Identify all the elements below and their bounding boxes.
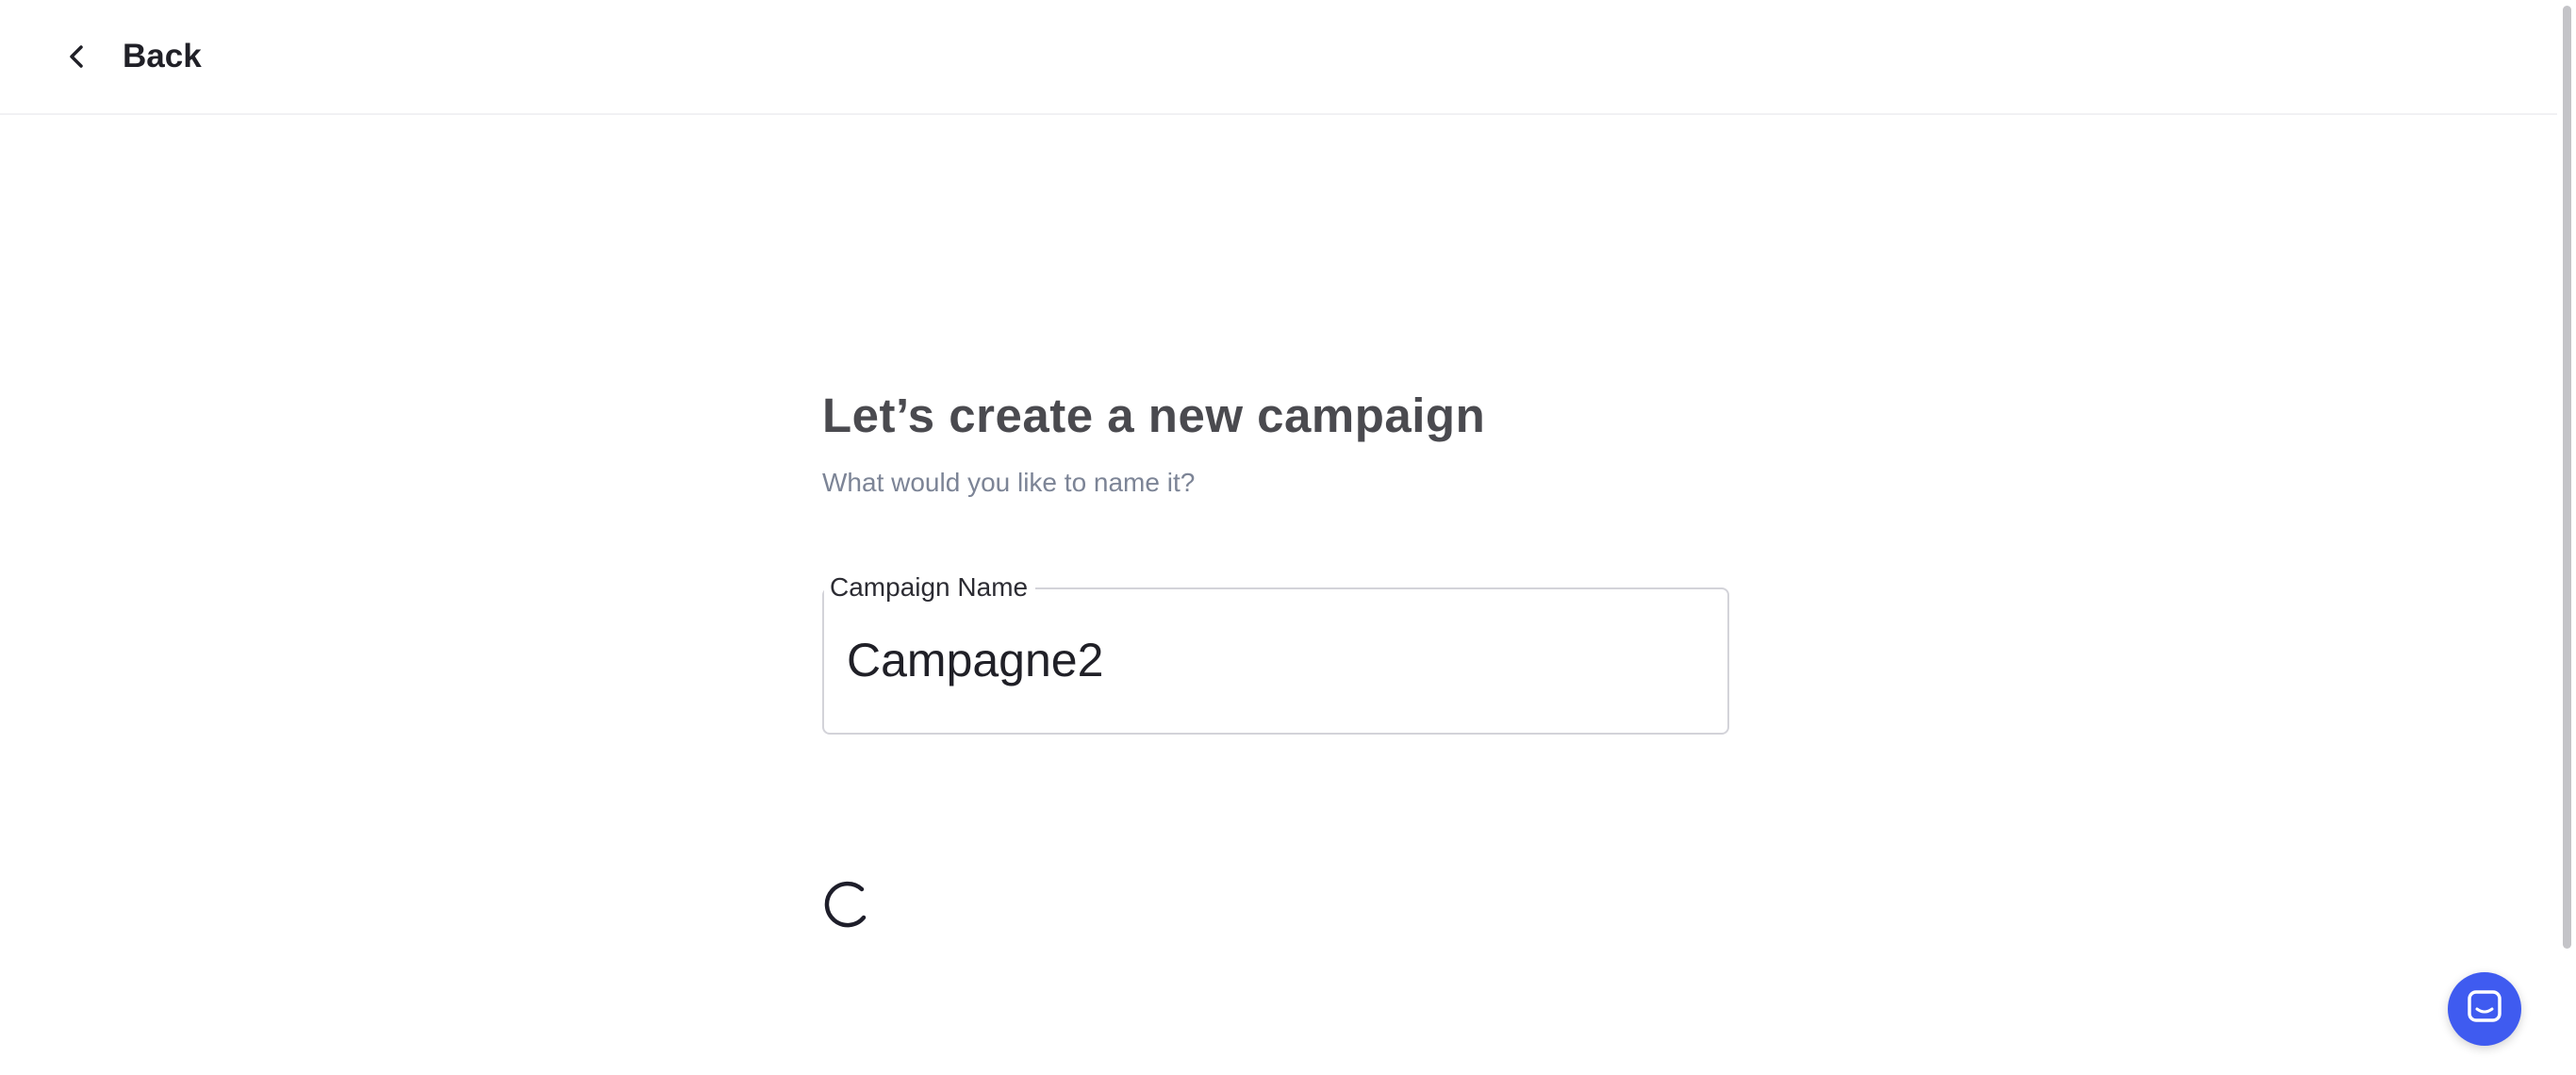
campaign-name-input[interactable] — [847, 626, 1695, 693]
scrollbar-thumb[interactable] — [2563, 6, 2571, 949]
top-bar: Back — [0, 0, 2557, 115]
page: Back Let’s create a new campaign What wo… — [0, 0, 2576, 1075]
create-campaign-form: Let’s create a new campaign What would y… — [822, 387, 1729, 735]
campaign-name-label: Campaign Name — [824, 570, 1036, 604]
chevron-left-icon — [60, 40, 94, 74]
campaign-name-field: Campaign Name — [822, 570, 1729, 735]
spinner-icon — [822, 880, 871, 929]
chat-button[interactable] — [2448, 972, 2521, 1046]
chat-icon — [2467, 989, 2502, 1030]
back-button[interactable]: Back — [60, 28, 202, 85]
scrollbar[interactable] — [2557, 0, 2576, 1075]
back-label: Back — [123, 38, 202, 74]
page-title: Let’s create a new campaign — [822, 389, 1486, 442]
page-subtitle: What would you like to name it? — [822, 468, 1196, 498]
